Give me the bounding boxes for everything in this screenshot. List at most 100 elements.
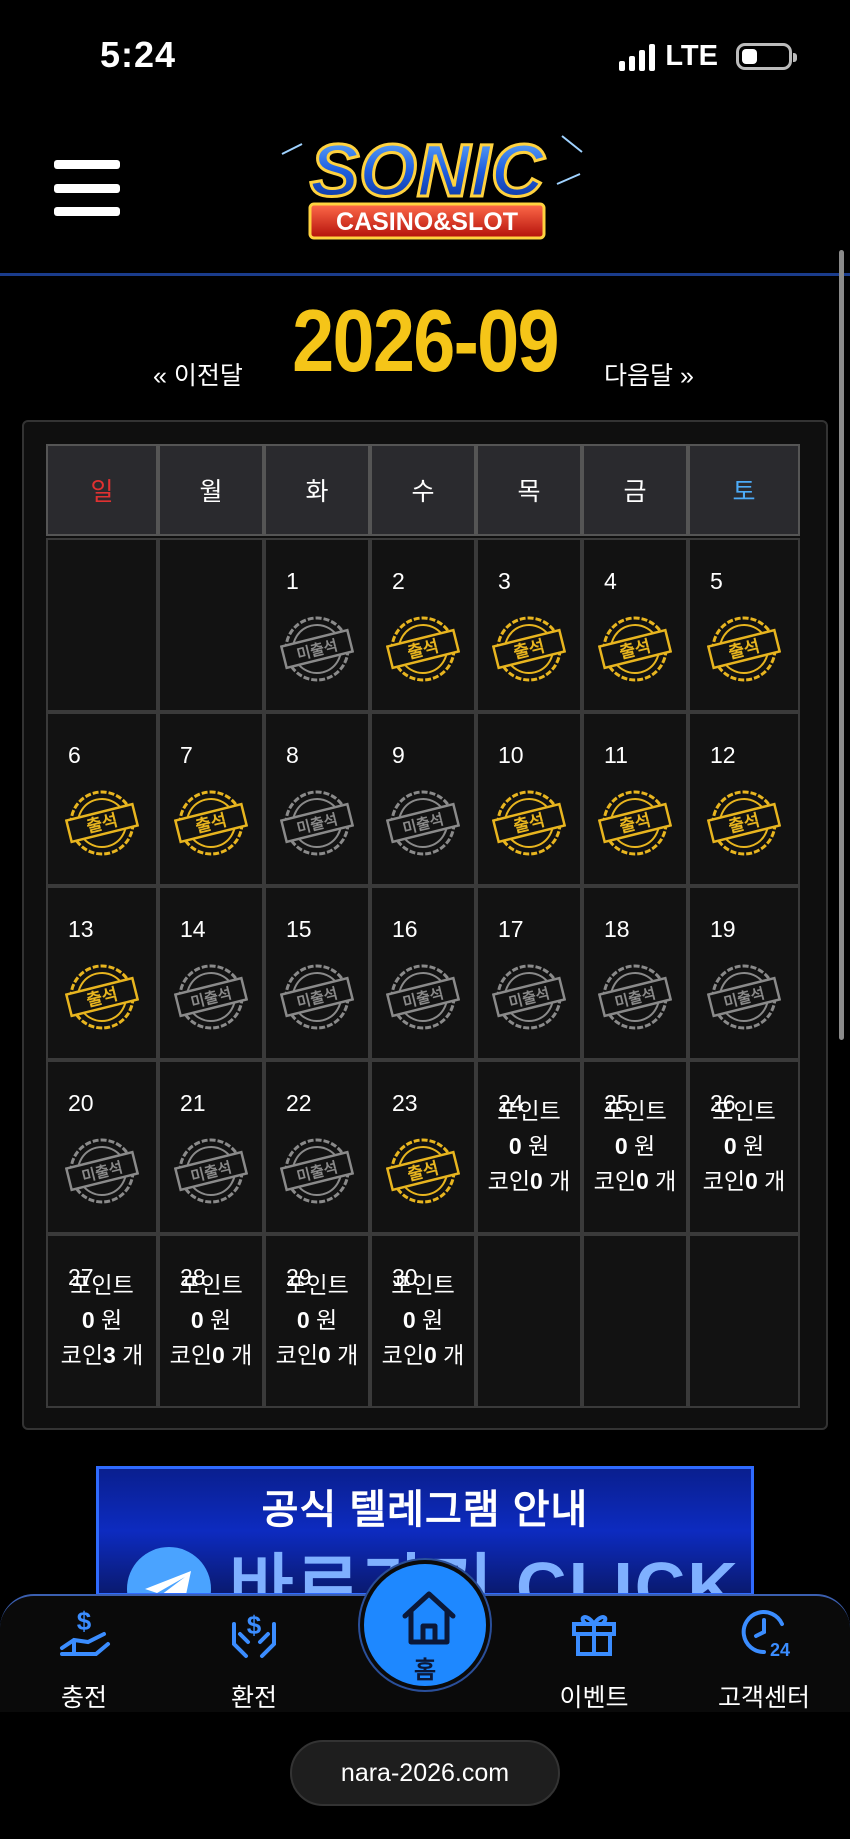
nav-withdraw[interactable]: $ 환전 — [184, 1596, 324, 1714]
day-stats: 포인트 0 원 코인0 개 — [266, 1268, 368, 1373]
point-value: 0 — [190, 1307, 204, 1333]
point-label: 포인트 — [179, 1272, 243, 1298]
url-bar[interactable]: nara-2026.com — [290, 1740, 560, 1806]
attended-stamp-icon: 출석 — [492, 616, 566, 682]
month-title: 2026-09 — [292, 291, 559, 390]
status-bar: 5:24 LTE — [0, 0, 850, 110]
nav-event[interactable]: 이벤트 — [524, 1596, 664, 1714]
day-stats: 포인트 0 원 코인3 개 — [48, 1268, 156, 1373]
calendar-day-cell[interactable]: 20 미출석 — [46, 1060, 158, 1234]
calendar-day-cell[interactable]: 9 미출석 — [370, 712, 476, 886]
calendar-day-cell[interactable]: 29 포인트 0 원 코인0 개 — [264, 1234, 370, 1408]
bottom-navigation: $ 충전 $ 환전 홈 이벤트 24 고객센터 — [0, 1560, 850, 1714]
attended-stamp-icon: 출석 — [65, 964, 139, 1030]
count-unit: 개 — [443, 1342, 465, 1368]
day-number: 21 — [180, 1090, 206, 1116]
absent-stamp-icon: 미출석 — [707, 964, 781, 1030]
calendar-day-cell[interactable]: 27 포인트 0 원 코인3 개 — [46, 1234, 158, 1408]
day-number: 4 — [604, 568, 617, 594]
won-unit: 원 — [743, 1133, 765, 1159]
calendar-day-cell[interactable]: 19 미출석 — [688, 886, 800, 1060]
point-value: 0 — [614, 1133, 628, 1159]
home-icon — [402, 1591, 456, 1645]
calendar-day-cell[interactable]: 2 출석 — [370, 538, 476, 712]
count-unit: 개 — [764, 1168, 786, 1194]
menu-icon[interactable] — [54, 160, 120, 216]
day-number: 20 — [68, 1090, 94, 1116]
calendar-day-cell[interactable]: 18 미출석 — [582, 886, 688, 1060]
calendar-day-cell[interactable]: 12 출석 — [688, 712, 800, 886]
nav-home[interactable]: 홈 — [360, 1560, 490, 1690]
attended-stamp-icon: 출석 — [707, 790, 781, 856]
attendance-calendar: 일월화수목금토 1 미출석 2 출석 3 출석 4 출석 5 출석 6 출석 7 출석 8 미출석 9 미출석 10… — [22, 420, 828, 1430]
day-number: 22 — [286, 1090, 312, 1116]
calendar-day-cell[interactable]: 6 출석 — [46, 712, 158, 886]
point-value: 0 — [81, 1307, 95, 1333]
absent-stamp-icon: 미출석 — [386, 790, 460, 856]
weekday-3: 수 — [370, 444, 476, 536]
site-logo[interactable]: SONIC CASINO&SLOT — [262, 124, 592, 244]
count-unit: 개 — [122, 1342, 144, 1368]
day-number: 1 — [286, 568, 299, 594]
day-number: 15 — [286, 916, 312, 942]
point-label: 포인트 — [285, 1272, 349, 1298]
won-unit: 원 — [210, 1307, 232, 1333]
logo-text-bottom: CASINO&SLOT — [336, 208, 518, 236]
calendar-day-cell[interactable]: 16 미출석 — [370, 886, 476, 1060]
absent-stamp-icon: 미출석 — [280, 790, 354, 856]
day-stats: 포인트 0 원 코인0 개 — [160, 1268, 262, 1373]
absent-stamp-icon: 미출석 — [174, 964, 248, 1030]
calendar-day-cell[interactable]: 7 출석 — [158, 712, 264, 886]
calendar-day-cell[interactable]: 15 미출석 — [264, 886, 370, 1060]
day-number: 16 — [392, 916, 418, 942]
attended-stamp-icon: 출석 — [598, 616, 672, 682]
calendar-day-cell[interactable]: 11 출석 — [582, 712, 688, 886]
coin-label: 코인 — [702, 1168, 745, 1194]
day-number: 19 — [710, 916, 736, 942]
site-header: SONIC CASINO&SLOT — [0, 110, 850, 276]
svg-text:24: 24 — [770, 1640, 790, 1660]
calendar-day-cell[interactable]: 17 미출석 — [476, 886, 582, 1060]
coin-label: 코인 — [169, 1342, 212, 1368]
calendar-day-cell[interactable]: 23 출석 — [370, 1060, 476, 1234]
calendar-day-cell[interactable]: 30 포인트 0 원 코인0 개 — [370, 1234, 476, 1408]
calendar-day-cell[interactable]: 21 미출석 — [158, 1060, 264, 1234]
day-number: 9 — [392, 742, 405, 768]
scrollbar[interactable] — [839, 250, 844, 1040]
calendar-day-cell[interactable]: 4 출석 — [582, 538, 688, 712]
calendar-day-cell[interactable]: 22 미출석 — [264, 1060, 370, 1234]
point-label: 포인트 — [603, 1098, 667, 1124]
count-unit: 개 — [549, 1168, 571, 1194]
svg-text:$: $ — [247, 1610, 262, 1640]
calendar-day-cell[interactable]: 26 포인트 0 원 코인0 개 — [688, 1060, 800, 1234]
day-number: 17 — [498, 916, 524, 942]
weekday-4: 목 — [476, 444, 582, 536]
calendar-day-cell[interactable]: 10 출석 — [476, 712, 582, 886]
day-number: 10 — [498, 742, 524, 768]
calendar-day-cell[interactable]: 5 출석 — [688, 538, 800, 712]
calendar-day-cell[interactable]: 3 출석 — [476, 538, 582, 712]
calendar-day-cell[interactable]: 13 출석 — [46, 886, 158, 1060]
calendar-day-cell[interactable]: 8 미출석 — [264, 712, 370, 886]
weekday-5: 금 — [582, 444, 688, 536]
count-unit: 개 — [337, 1342, 359, 1368]
coin-value: 0 — [635, 1168, 649, 1194]
absent-stamp-icon: 미출석 — [280, 616, 354, 682]
calendar-day-cell[interactable]: 24 포인트 0 원 코인0 개 — [476, 1060, 582, 1234]
coin-label: 코인 — [275, 1342, 318, 1368]
day-number: 5 — [710, 568, 723, 594]
calendar-day-cell[interactable]: 25 포인트 0 원 코인0 개 — [582, 1060, 688, 1234]
absent-stamp-icon: 미출석 — [174, 1138, 248, 1204]
calendar-day-cell[interactable]: 14 미출석 — [158, 886, 264, 1060]
nav-withdraw-label: 환전 — [230, 1684, 277, 1712]
nav-deposit[interactable]: $ 충전 — [14, 1596, 154, 1714]
won-unit: 원 — [528, 1133, 550, 1159]
day-number: 7 — [180, 742, 193, 768]
calendar-day-cell[interactable]: 1 미출석 — [264, 538, 370, 712]
nav-support[interactable]: 24 고객센터 — [694, 1596, 834, 1714]
calendar-day-cell[interactable]: 28 포인트 0 원 코인0 개 — [158, 1234, 264, 1408]
coin-label: 코인 — [60, 1342, 103, 1368]
prev-month-link[interactable]: « 이전달 — [153, 356, 243, 392]
next-month-link[interactable]: 다음달 » — [604, 356, 694, 392]
day-number: 11 — [604, 742, 628, 768]
